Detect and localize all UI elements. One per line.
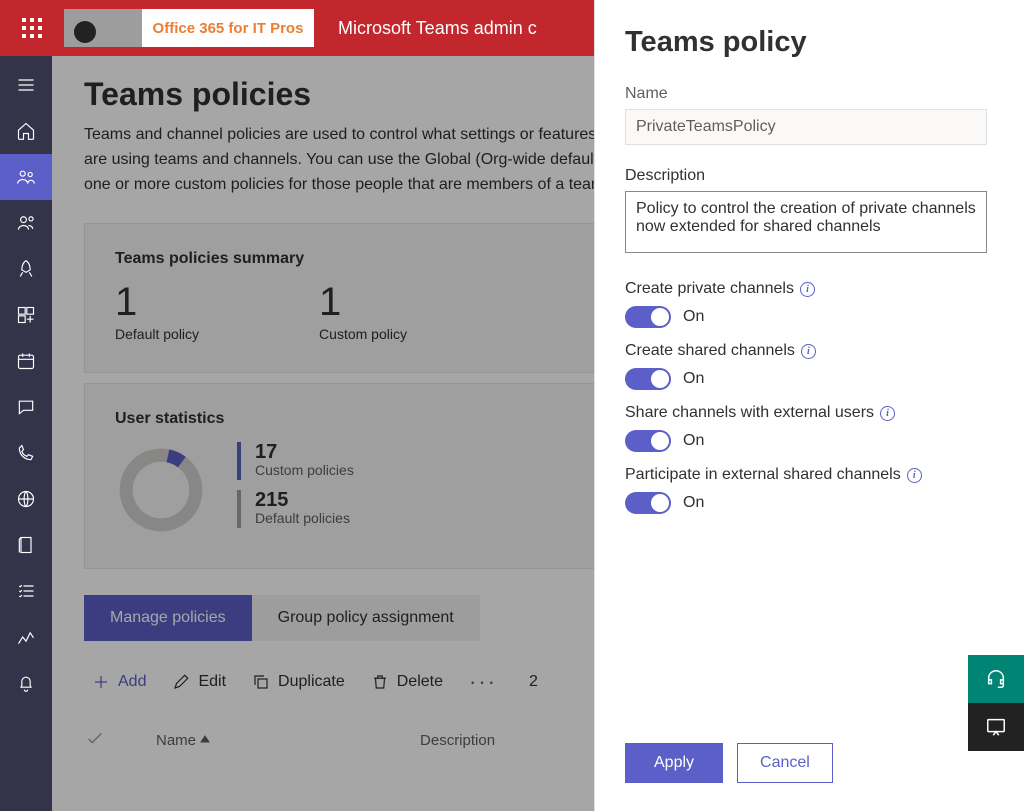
name-field-group: Name xyxy=(625,85,994,145)
toggle-switch[interactable] xyxy=(625,492,671,514)
globe-icon xyxy=(16,489,36,509)
nav-rocket[interactable] xyxy=(0,246,52,292)
analytics-icon xyxy=(16,627,36,647)
teams-policy-panel: Teams policy Name Description Create pri… xyxy=(594,0,1024,811)
description-field-group: Description xyxy=(625,167,994,258)
nav-calendar[interactable] xyxy=(0,338,52,384)
rocket-icon xyxy=(16,259,36,279)
feedback-button[interactable] xyxy=(968,703,1024,751)
toggle-switch[interactable] xyxy=(625,430,671,452)
toggle-state: On xyxy=(683,308,704,326)
description-textarea[interactable] xyxy=(625,191,987,253)
nav-teams[interactable] xyxy=(0,154,52,200)
nav-home[interactable] xyxy=(0,108,52,154)
panel-title: Teams policy xyxy=(625,26,994,59)
app-launcher-icon[interactable] xyxy=(12,8,52,48)
cancel-button[interactable]: Cancel xyxy=(737,743,833,783)
banner-logo: Office 365 for IT Pros xyxy=(64,9,314,47)
hamburger-icon xyxy=(16,75,36,95)
nav-users[interactable] xyxy=(0,200,52,246)
toggle-share-external: Share channels with external users i On xyxy=(625,404,994,452)
info-icon[interactable]: i xyxy=(800,282,815,297)
teams-icon xyxy=(16,167,36,187)
home-icon xyxy=(16,121,36,141)
toggle-private-channels: Create private channels i On xyxy=(625,280,994,328)
note-icon xyxy=(16,535,36,555)
info-icon[interactable]: i xyxy=(801,344,816,359)
apps-icon xyxy=(16,305,36,325)
chat-icon xyxy=(16,397,36,417)
banner-logo-text: Office 365 for IT Pros xyxy=(142,9,314,47)
nav-phone[interactable] xyxy=(0,430,52,476)
toggle-label: Share channels with external users xyxy=(625,404,874,422)
info-icon[interactable]: i xyxy=(880,406,895,421)
toggle-state: On xyxy=(683,370,704,388)
toggle-participate-external: Participate in external shared channels i… xyxy=(625,466,994,514)
nav-hamburger[interactable] xyxy=(0,62,52,108)
users-icon xyxy=(16,213,36,233)
nav-bell[interactable] xyxy=(0,660,52,706)
nav-note[interactable] xyxy=(0,522,52,568)
bell-icon xyxy=(16,673,36,693)
calendar-icon xyxy=(16,351,36,371)
name-label: Name xyxy=(625,85,994,103)
nav-apps[interactable] xyxy=(0,292,52,338)
toggle-state: On xyxy=(683,432,704,450)
nav-list[interactable] xyxy=(0,568,52,614)
toggle-label: Create private channels xyxy=(625,280,794,298)
toggle-state: On xyxy=(683,494,704,512)
apply-button[interactable]: Apply xyxy=(625,743,723,783)
header-title: Microsoft Teams admin c xyxy=(338,18,537,39)
name-input[interactable] xyxy=(625,109,987,145)
headset-icon xyxy=(985,668,1007,690)
toggle-switch[interactable] xyxy=(625,306,671,328)
help-widgets xyxy=(968,655,1024,751)
nav-analytics[interactable] xyxy=(0,614,52,660)
list-icon xyxy=(16,581,36,601)
description-label: Description xyxy=(625,167,994,185)
nav-chat[interactable] xyxy=(0,384,52,430)
info-icon[interactable]: i xyxy=(907,468,922,483)
toggle-switch[interactable] xyxy=(625,368,671,390)
toggle-label: Participate in external shared channels xyxy=(625,466,901,484)
nav-globe[interactable] xyxy=(0,476,52,522)
feedback-icon xyxy=(985,716,1007,738)
toggle-shared-channels: Create shared channels i On xyxy=(625,342,994,390)
support-button[interactable] xyxy=(968,655,1024,703)
toggle-label: Create shared channels xyxy=(625,342,795,360)
phone-icon xyxy=(16,443,36,463)
panel-footer: Apply Cancel xyxy=(625,743,833,783)
left-nav xyxy=(0,56,52,811)
